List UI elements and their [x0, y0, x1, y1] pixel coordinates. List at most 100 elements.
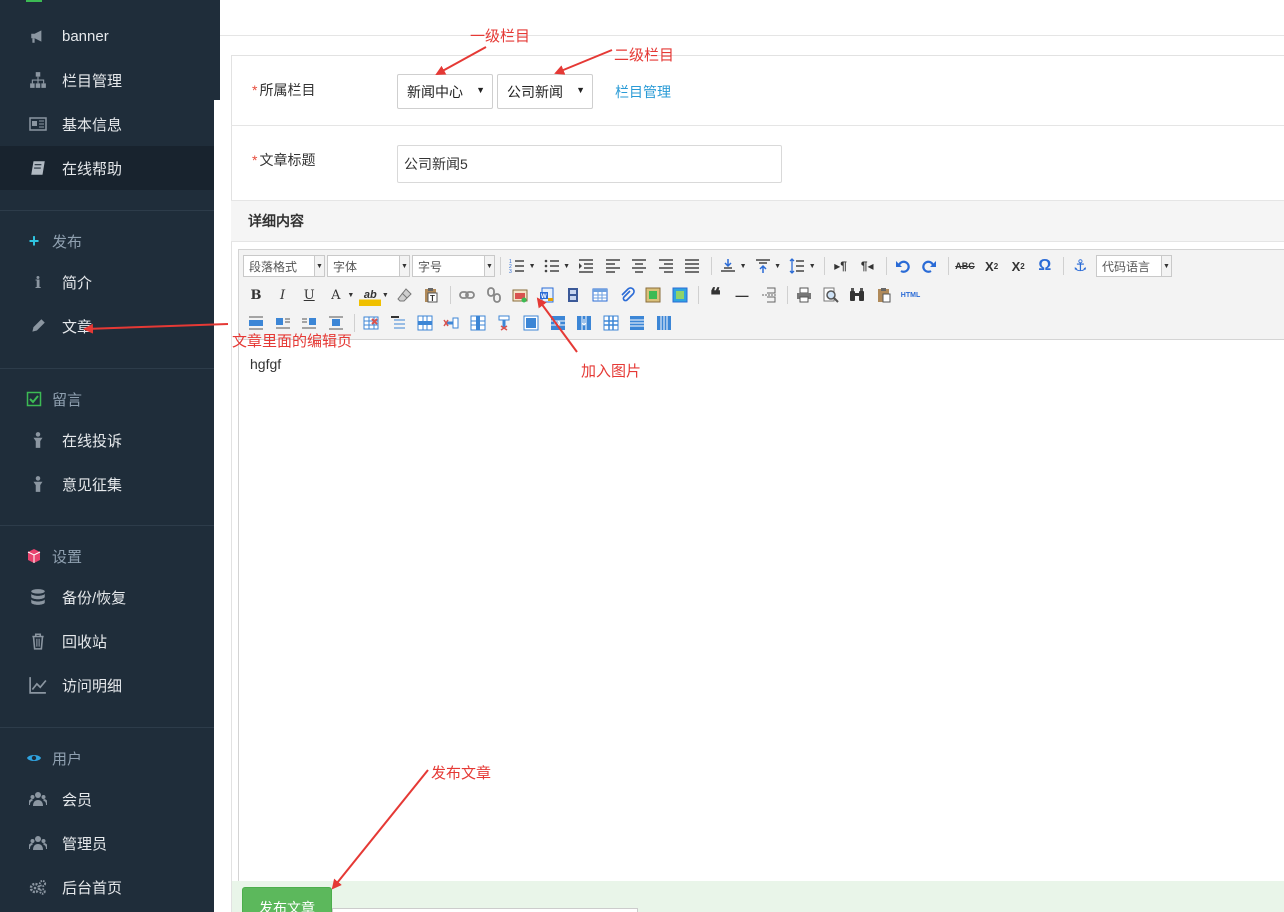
sidebar: banner 栏目管理 基本信息 在线帮助 + 发布 i 简介 文章 留言 在线… — [0, 0, 214, 912]
underline-icon[interactable]: U — [298, 284, 320, 306]
caret-down-icon[interactable]: ▼ — [563, 263, 570, 270]
insert-image-icon[interactable] — [509, 284, 531, 306]
section-header-settings[interactable]: 设置 — [0, 536, 214, 576]
sidebar-item-banner[interactable]: banner — [0, 14, 214, 58]
sidebar-item-feedback[interactable]: 意见征集 — [0, 462, 214, 506]
category-level1-select[interactable]: 新闻中心 ▼ — [397, 74, 493, 109]
caret-down-icon[interactable]: ▼ — [529, 263, 536, 270]
highlight-color-icon[interactable]: ab — [359, 284, 382, 306]
database-icon — [28, 587, 48, 607]
align-left-icon[interactable] — [602, 255, 624, 277]
sidebar-item-category-manage[interactable]: 栏目管理 — [0, 58, 214, 102]
caret-down-icon[interactable]: ▼ — [740, 263, 747, 270]
undo-icon[interactable] — [892, 255, 914, 277]
line-height-icon[interactable] — [786, 255, 808, 277]
sidebar-item-complaints[interactable]: 在线投诉 — [0, 418, 214, 462]
font-color-icon[interactable]: A — [325, 284, 347, 306]
row-spacing-top-icon[interactable] — [717, 255, 739, 277]
merge-down-icon[interactable] — [573, 312, 595, 334]
html-source-icon[interactable]: HTML — [900, 284, 922, 306]
horizontal-rule-icon[interactable]: — — [731, 284, 753, 306]
article-title-input[interactable]: 公司新闻5 — [397, 145, 782, 183]
italic-icon[interactable]: I — [272, 284, 294, 306]
sidebar-item-admins[interactable]: 管理员 — [0, 821, 214, 865]
link-icon[interactable] — [456, 284, 478, 306]
split-cols-icon[interactable] — [653, 312, 675, 334]
bold-icon[interactable]: B — [245, 284, 267, 306]
print-icon[interactable] — [793, 284, 815, 306]
blockquote-icon[interactable]: ❝ — [704, 283, 726, 307]
font-size-select[interactable]: 字号 ▼ — [412, 255, 495, 277]
sidebar-item-members[interactable]: 会员 — [0, 777, 214, 821]
row-spacing-bottom-icon[interactable] — [752, 255, 774, 277]
divider — [0, 368, 214, 369]
insert-map-icon[interactable] — [642, 284, 664, 306]
person-icon — [28, 474, 48, 494]
section-header-publish[interactable]: + 发布 — [0, 221, 214, 261]
page-break-icon[interactable] — [758, 284, 780, 306]
code-language-select[interactable]: 代码语言 ▼ — [1095, 255, 1172, 277]
font-family-select[interactable]: 字体 ▼ — [327, 255, 410, 277]
toolbar-row-1: 段落格式 ▼ 字体 ▼ 字号 ▼ 1 2 3 ▼ ▼ ▼ ▼ ▼ ▸¶ ¶◂ ABC X2 … — [243, 254, 1174, 278]
align-center-icon[interactable] — [628, 255, 650, 277]
paragraph-format-select[interactable]: 段落格式 ▼ — [243, 255, 325, 277]
redo-icon[interactable] — [918, 255, 940, 277]
sidebar-item-label: 管理员 — [62, 835, 108, 853]
caret-down-icon[interactable]: ▼ — [774, 263, 781, 270]
insert-row-icon[interactable] — [414, 312, 436, 334]
insert-gmap-icon[interactable] — [669, 284, 691, 306]
search-replace-icon[interactable] — [846, 284, 868, 306]
publish-article-button[interactable]: 发布文章 — [242, 887, 332, 912]
align-right-icon[interactable] — [655, 255, 677, 277]
partial-top-item — [26, 0, 42, 2]
caret-down-icon[interactable]: ▼ — [382, 292, 389, 299]
rich-text-editor[interactable]: 段落格式 ▼ 字体 ▼ 字号 ▼ 1 2 3 ▼ ▼ ▼ ▼ ▼ ▸¶ ¶◂ ABC X2 … — [238, 249, 1284, 912]
insert-video-icon[interactable] — [562, 284, 584, 306]
insert-table-icon[interactable] — [589, 284, 611, 306]
anchor-icon[interactable]: ⚓ — [1069, 255, 1091, 277]
section-header-messages[interactable]: 留言 — [0, 379, 214, 419]
paste-text-icon[interactable]: T — [420, 284, 442, 306]
superscript-icon[interactable]: X2 — [981, 255, 1003, 277]
caret-down-icon[interactable]: ▼ — [809, 263, 816, 270]
indent-icon[interactable] — [575, 255, 597, 277]
unordered-list-icon[interactable] — [541, 255, 563, 277]
ordered-list-icon[interactable]: 123 — [506, 255, 528, 277]
sidebar-item-backup[interactable]: 备份/恢复 — [0, 575, 214, 619]
editor-content[interactable]: hgfgf — [250, 356, 281, 372]
sidebar-item-online-help[interactable]: 在线帮助 — [0, 146, 214, 190]
ltr-direction-icon[interactable]: ▸¶ — [830, 255, 852, 277]
person-icon — [28, 430, 48, 450]
insert-word-image-icon[interactable]: W — [536, 284, 558, 306]
header-divider — [220, 35, 1284, 36]
eraser-icon[interactable] — [394, 284, 416, 306]
strikethrough-icon[interactable]: ABC — [954, 255, 976, 277]
merge-cells-icon[interactable] — [520, 312, 542, 334]
rtl-direction-icon[interactable]: ¶◂ — [856, 255, 878, 277]
sidebar-item-article[interactable]: 文章 — [0, 304, 214, 348]
subscript-icon[interactable]: X2 — [1007, 255, 1029, 277]
delete-row-icon[interactable] — [440, 312, 462, 334]
sidebar-item-dashboard[interactable]: 后台首页 — [0, 865, 214, 909]
category-level2-select[interactable]: 公司新闻 ▼ — [497, 74, 593, 109]
attachment-icon[interactable] — [616, 284, 638, 306]
delete-table-icon[interactable] — [360, 312, 382, 334]
align-justify-icon[interactable] — [681, 255, 703, 277]
unlink-icon[interactable] — [483, 284, 505, 306]
paste-from-word-icon[interactable] — [873, 284, 895, 306]
sidebar-item-intro[interactable]: i 简介 — [0, 260, 214, 304]
sidebar-item-basic-info[interactable]: 基本信息 — [0, 102, 214, 146]
sidebar-item-recycle-bin[interactable]: 回收站 — [0, 619, 214, 663]
caret-down-icon[interactable]: ▼ — [347, 292, 354, 299]
category-manage-link[interactable]: 栏目管理 — [615, 82, 671, 102]
special-chars-icon[interactable]: Ω — [1034, 255, 1056, 277]
split-cells-icon[interactable] — [600, 312, 622, 334]
sidebar-item-visit-details[interactable]: 访问明细 — [0, 663, 214, 707]
insert-caption-icon[interactable] — [387, 312, 409, 334]
section-header-users[interactable]: 用户 — [0, 738, 214, 778]
merge-right-icon[interactable] — [547, 312, 569, 334]
delete-column-icon[interactable] — [493, 312, 515, 334]
insert-column-icon[interactable] — [467, 312, 489, 334]
split-rows-icon[interactable] — [626, 312, 648, 334]
preview-icon[interactable] — [820, 284, 842, 306]
